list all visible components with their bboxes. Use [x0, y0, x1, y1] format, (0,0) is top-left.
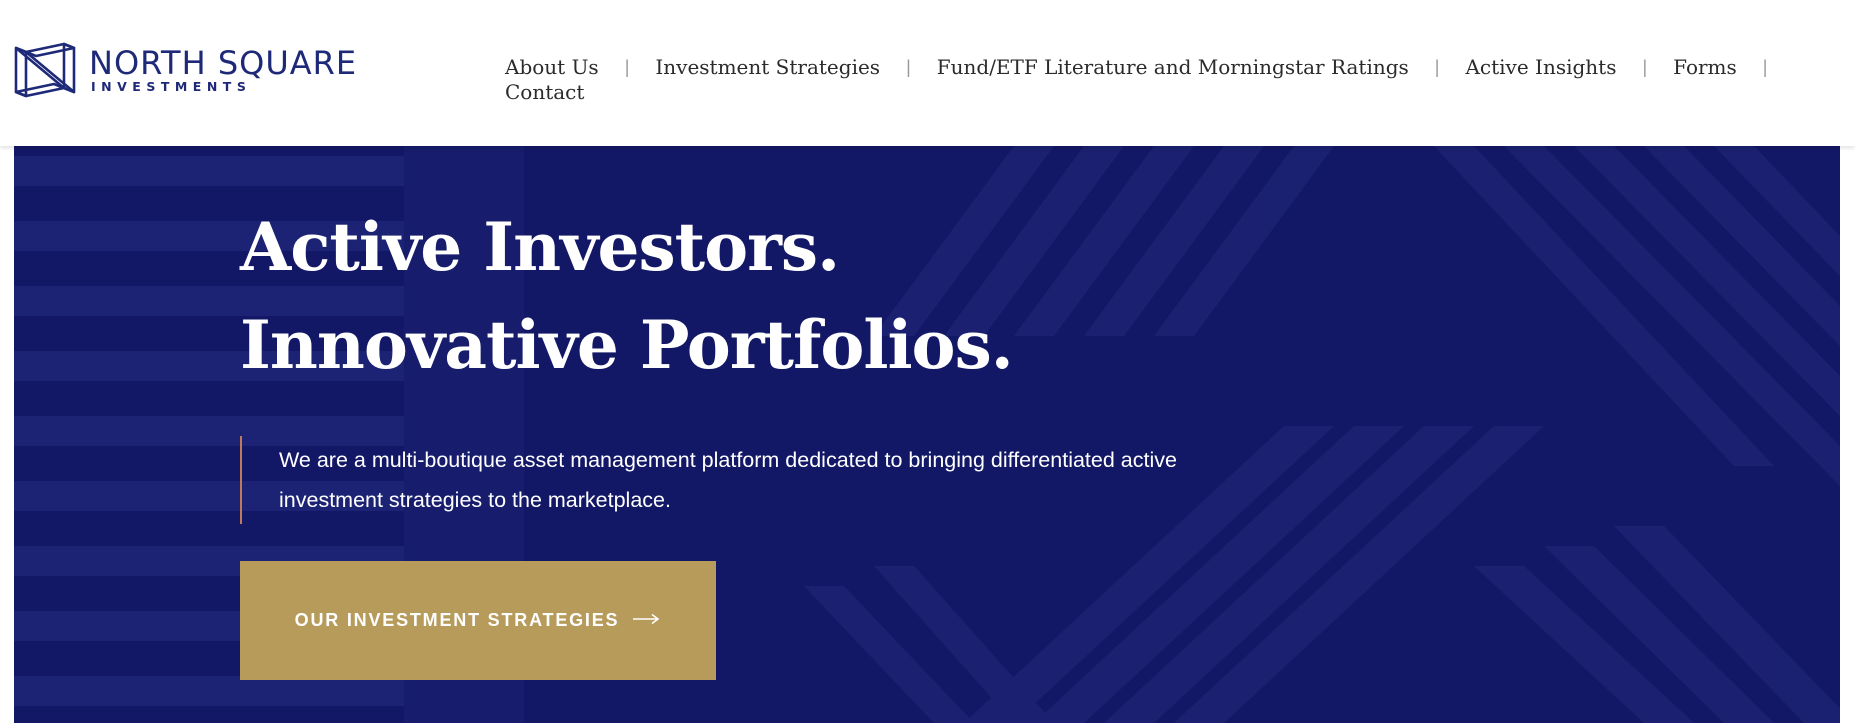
nav-separator: |: [1642, 57, 1648, 77]
nav-separator: |: [1434, 57, 1440, 77]
headline-line-2: Innovative Portfolios.: [240, 306, 1014, 384]
nav-item-forms[interactable]: Forms: [1673, 55, 1737, 80]
arrow-right-icon: [633, 612, 661, 630]
headline-line-1: Active Investors.: [240, 208, 840, 286]
logo-text: NORTH SQUARE INVESTMENTS: [89, 46, 357, 94]
logo[interactable]: NORTH SQUARE INVESTMENTS: [14, 42, 357, 98]
nav-item-investment-strategies[interactable]: Investment Strategies: [655, 55, 880, 80]
nav-row: About Us | Investment Strategies | Fund/…: [505, 55, 1767, 80]
nav-separator: |: [906, 57, 911, 77]
nav-item-fund-etf-literature[interactable]: Fund/ETF Literature and Morningstar Rati…: [937, 55, 1409, 80]
nav-item-contact[interactable]: Contact: [505, 80, 584, 105]
nav-separator: |: [1762, 57, 1768, 77]
hero-intro: We are a multi-boutique asset management…: [240, 436, 1239, 524]
site-header: NORTH SQUARE INVESTMENTS About Us | Inve…: [0, 0, 1855, 146]
nav-separator: |: [624, 57, 630, 77]
our-investment-strategies-button[interactable]: OUR INVESTMENT STRATEGIES: [240, 561, 716, 680]
nav-row: Contact: [505, 80, 1755, 105]
logo-tagline: INVESTMENTS: [91, 79, 252, 94]
hero-section: Active Investors. Innovative Portfolios.…: [14, 146, 1840, 723]
north-square-logo-icon: [14, 42, 76, 98]
cta-label: OUR INVESTMENT STRATEGIES: [294, 610, 620, 630]
logo-name: NORTH SQUARE: [89, 44, 358, 82]
main-nav: About Us | Investment Strategies | Fund/…: [505, 55, 1767, 105]
hero-description: We are a multi-boutique asset management…: [279, 448, 1177, 512]
nav-item-active-insights[interactable]: Active Insights: [1465, 55, 1616, 80]
hero-headline: Active Investors. Innovative Portfolios.: [240, 198, 1014, 394]
nav-item-about-us[interactable]: About Us: [505, 55, 599, 80]
